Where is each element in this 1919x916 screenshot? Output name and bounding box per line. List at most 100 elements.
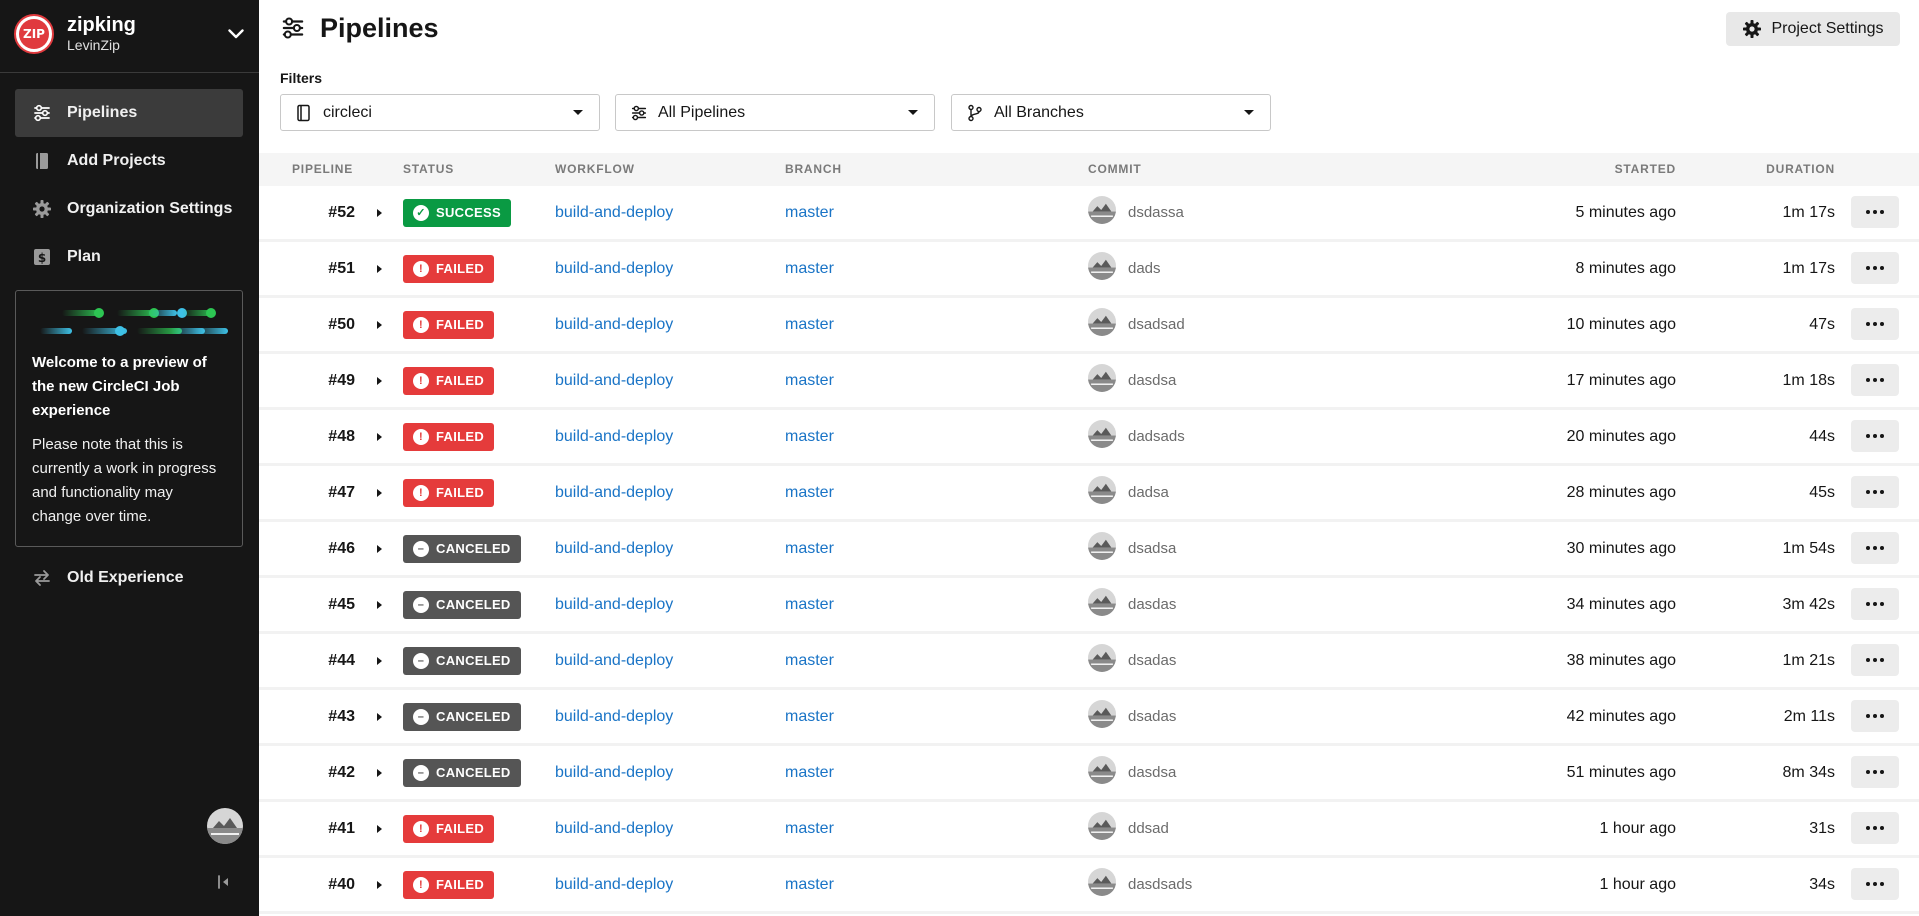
pipeline-number[interactable]: #40 [259, 858, 355, 911]
workflow-link[interactable]: build-and-deploy [555, 410, 673, 463]
sidebar-item-organization-settings[interactable]: Organization Settings [15, 185, 243, 233]
pipeline-number[interactable]: #41 [259, 802, 355, 855]
workflow-link[interactable]: build-and-deploy [555, 298, 673, 351]
branch-link[interactable]: master [785, 634, 834, 687]
more-actions-button[interactable] [1851, 420, 1899, 452]
pipeline-number[interactable]: #51 [259, 242, 355, 295]
project-filter-select[interactable]: circleci [280, 94, 600, 131]
expand-row-icon[interactable] [377, 578, 389, 631]
status-label: CANCELED [436, 597, 511, 612]
pipeline-number[interactable]: #42 [259, 746, 355, 799]
expand-row-icon[interactable] [377, 858, 389, 911]
pipeline-number[interactable]: #44 [259, 634, 355, 687]
workflow-link[interactable]: build-and-deploy [555, 858, 673, 911]
workflow-link[interactable]: build-and-deploy [555, 690, 673, 743]
branch-link[interactable]: master [785, 354, 834, 407]
more-actions-button[interactable] [1851, 700, 1899, 732]
workflow-link[interactable]: build-and-deploy [555, 466, 673, 519]
column-header-status: STATUS [403, 162, 455, 176]
expand-row-icon[interactable] [377, 186, 389, 239]
status-badge: ! FAILED [403, 254, 495, 283]
org-switcher[interactable]: ZIP zipking LevinZip [14, 14, 246, 54]
expand-row-icon[interactable] [377, 634, 389, 687]
expand-row-icon[interactable] [377, 242, 389, 295]
branch-filter-select[interactable]: All Branches [951, 94, 1271, 131]
workflow-link[interactable]: build-and-deploy [555, 634, 673, 687]
more-actions-button[interactable] [1851, 252, 1899, 284]
more-actions-button[interactable] [1851, 532, 1899, 564]
sidebar-item-plan[interactable]: $ Plan [15, 233, 243, 281]
branch-link[interactable]: master [785, 578, 834, 631]
more-actions-button[interactable] [1851, 196, 1899, 228]
started-time: 30 minutes ago [1566, 539, 1676, 557]
pipeline-number[interactable]: #43 [259, 690, 355, 743]
pipeline-number[interactable]: #49 [259, 354, 355, 407]
expand-row-icon[interactable] [377, 354, 389, 407]
more-actions-button[interactable] [1851, 476, 1899, 508]
workflow-link[interactable]: build-and-deploy [555, 578, 673, 631]
pipelines-icon [630, 103, 650, 123]
user-avatar[interactable] [207, 808, 243, 844]
sidebar-item-add-projects[interactable]: Add Projects [15, 137, 243, 185]
expand-row-icon[interactable] [377, 690, 389, 743]
more-actions-button[interactable] [1851, 364, 1899, 396]
workflow-link[interactable]: build-and-deploy [555, 186, 673, 239]
pipeline-filter-select[interactable]: All Pipelines [615, 94, 935, 131]
org-subtitle: LevinZip [67, 37, 120, 53]
branch-link[interactable]: master [785, 186, 834, 239]
preview-graphic [32, 291, 228, 351]
pipelines-icon [32, 103, 52, 123]
workflow-link[interactable]: build-and-deploy [555, 802, 673, 855]
branch-link[interactable]: master [785, 522, 834, 575]
pipeline-number[interactable]: #46 [259, 522, 355, 575]
project-settings-button[interactable]: Project Settings [1726, 12, 1900, 46]
duration: 44s [1809, 427, 1835, 445]
pipeline-number[interactable]: #48 [259, 410, 355, 463]
branch-link[interactable]: master [785, 746, 834, 799]
ellipsis-icon [1866, 434, 1884, 438]
column-header-branch: BRANCH [785, 162, 842, 176]
old-experience-link[interactable]: Old Experience [15, 554, 243, 602]
branch-link[interactable]: master [785, 466, 834, 519]
branch-link[interactable]: master [785, 858, 834, 911]
expand-row-icon[interactable] [377, 466, 389, 519]
commit-author-avatar [1088, 419, 1116, 448]
workflow-link[interactable]: build-and-deploy [555, 242, 673, 295]
pipeline-number[interactable]: #47 [259, 466, 355, 519]
branch-link[interactable]: master [785, 410, 834, 463]
commit-cell: dads [1088, 242, 1161, 295]
workflow-link[interactable]: build-and-deploy [555, 522, 673, 575]
sidebar-item-pipelines[interactable]: Pipelines [15, 89, 243, 137]
workflow-link[interactable]: build-and-deploy [555, 746, 673, 799]
more-actions-button[interactable] [1851, 812, 1899, 844]
branch-link[interactable]: master [785, 690, 834, 743]
pipeline-number[interactable]: #45 [259, 578, 355, 631]
commit-author-avatar [1088, 363, 1116, 392]
minus-circle-icon: – [413, 596, 429, 613]
branch-link[interactable]: master [785, 298, 834, 351]
expand-row-icon[interactable] [377, 746, 389, 799]
expand-row-icon[interactable] [377, 522, 389, 575]
expand-row-icon[interactable] [377, 802, 389, 855]
branch-link[interactable]: master [785, 802, 834, 855]
alert-circle-icon: ! [413, 484, 429, 501]
more-actions-button[interactable] [1851, 308, 1899, 340]
workflow-link[interactable]: build-and-deploy [555, 354, 673, 407]
pipeline-number[interactable]: #50 [259, 298, 355, 351]
expand-row-icon[interactable] [377, 298, 389, 351]
branch-link[interactable]: master [785, 242, 834, 295]
status-cell: ! FAILED [403, 466, 495, 519]
status-badge: – CANCELED [403, 646, 521, 675]
more-actions-button[interactable] [1851, 868, 1899, 900]
more-actions-button[interactable] [1851, 644, 1899, 676]
duration: 47s [1809, 315, 1835, 333]
commit-message: dasdsa [1128, 372, 1177, 389]
status-cell: ! FAILED [403, 354, 495, 407]
commit-message: dadsa [1128, 484, 1169, 501]
more-actions-button[interactable] [1851, 756, 1899, 788]
expand-row-icon[interactable] [377, 410, 389, 463]
pipeline-number[interactable]: #52 [259, 186, 355, 239]
collapse-sidebar-icon[interactable] [214, 872, 234, 892]
old-experience-section: Old Experience [15, 554, 243, 602]
more-actions-button[interactable] [1851, 588, 1899, 620]
